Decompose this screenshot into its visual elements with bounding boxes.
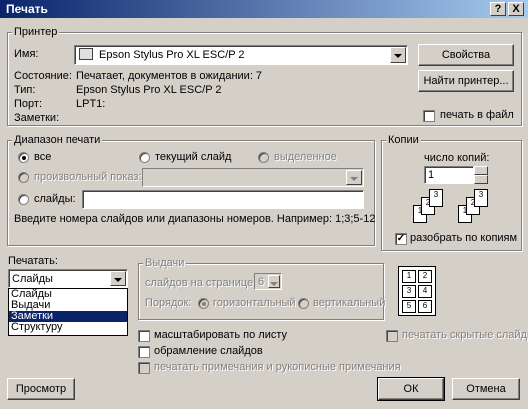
handout-cell: 6 [418,300,432,313]
handout-cell: 2 [418,270,432,283]
handout-cell: 1 [402,270,416,283]
spin-up-icon[interactable] [474,166,488,175]
print-to-file-checkbox[interactable] [423,110,435,122]
custom-show-select[interactable] [142,168,364,187]
order-vertical-radio[interactable] [298,298,309,309]
collate-label: разобрать по копиям [410,232,518,244]
printer-name-value: Epson Stylus Pro XL ESC/P 2 [99,49,245,61]
print-range-legend: Диапазон печати [12,134,103,146]
chevron-down-icon[interactable] [110,271,126,286]
range-slides-radio[interactable] [18,194,29,205]
frame-checkbox[interactable] [138,346,150,358]
frame-label: обрамление слайдов [154,345,263,357]
handout-preview: 1 2 3 4 5 6 [398,266,436,316]
range-selection-radio[interactable] [258,152,269,163]
chevron-down-icon[interactable] [390,47,406,63]
range-custom-label: произвольный показ: [34,171,142,183]
ok-button[interactable]: ОК [377,377,445,401]
type-label: Тип: [14,84,36,96]
range-current-label: текущий слайд [155,151,232,163]
order-vertical-label: вертикальный [313,297,386,309]
range-all-label: все [34,151,52,163]
handouts-group [138,263,384,320]
print-what-select[interactable]: Слайды [8,269,128,288]
copies-legend: Копии [386,134,421,146]
hidden-slides-label: печатать скрытые слайды [402,329,528,341]
print-what-value: Слайды [12,273,53,285]
type-value: Epson Stylus Pro XL ESC/P 2 [76,84,222,96]
copies-count-label: число копий: [424,152,490,164]
chevron-down-icon[interactable] [346,170,362,185]
status-label: Состояние: [14,70,72,82]
print-what-option[interactable]: Структуру [9,322,127,333]
per-page-label: слайдов на странице: [145,277,257,289]
range-selection-label: выделенное [274,151,337,163]
collate-checkbox[interactable]: ✓ [395,233,407,245]
slides-input[interactable] [82,190,364,209]
range-all-radio[interactable] [18,152,29,163]
printer-name-label: Имя: [14,48,39,60]
order-horizontal-label: горизонтальный [213,297,296,309]
hidden-slides-checkbox[interactable] [386,330,398,342]
order-label: Порядок: [145,297,192,309]
print-to-file-label: печать в файл [440,109,514,121]
chevron-down-icon[interactable] [268,275,280,288]
handout-cell: 3 [402,285,416,298]
comments-label: печатать примечания и рукописные примеча… [154,361,401,373]
properties-button[interactable]: Свойства [418,44,514,66]
copies-count-input[interactable]: 1 [424,166,474,184]
per-page-value: 6 [258,276,265,288]
print-what-label: Печатать: [8,255,58,267]
handouts-legend: Выдачи [143,257,187,269]
range-custom-radio[interactable] [18,172,29,183]
help-button[interactable]: ? [490,2,506,16]
window-title: Печать [6,2,48,16]
title-bar [0,0,528,18]
collate-page: 3 [474,189,488,207]
comments-checkbox[interactable] [138,362,150,374]
collate-page: 3 [429,189,443,207]
scale-checkbox[interactable] [138,330,150,342]
printer-legend: Принтер [12,26,60,38]
notes-label: Заметки: [14,112,60,124]
preview-button[interactable]: Просмотр [7,378,75,400]
order-horizontal-radio[interactable] [198,298,209,309]
status-value: Печатает, документов в ожидании: 7 [76,70,263,82]
per-page-select[interactable]: 6 [254,273,282,290]
range-current-radio[interactable] [139,152,150,163]
find-printer-button[interactable]: Найти принтер... [418,70,514,92]
copies-count-value: 1 [428,169,435,181]
range-slides-label: слайды: [34,193,76,205]
port-value: LPT1: [76,98,106,110]
handout-cell: 5 [402,300,416,313]
handout-cell: 4 [418,285,432,298]
printer-icon [79,48,93,60]
port-label: Порт: [14,98,42,110]
close-button[interactable]: X [508,2,524,16]
range-hint: Введите номера слайдов или диапазоны ном… [14,213,376,225]
print-what-list[interactable]: Слайды Выдачи Заметки Структуру [8,288,128,336]
printer-name-select[interactable]: Epson Stylus Pro XL ESC/P 2 [74,45,408,65]
scale-label: масштабировать по листу [154,329,287,341]
spin-down-icon[interactable] [474,175,488,184]
cancel-button[interactable]: Отмена [452,378,520,400]
